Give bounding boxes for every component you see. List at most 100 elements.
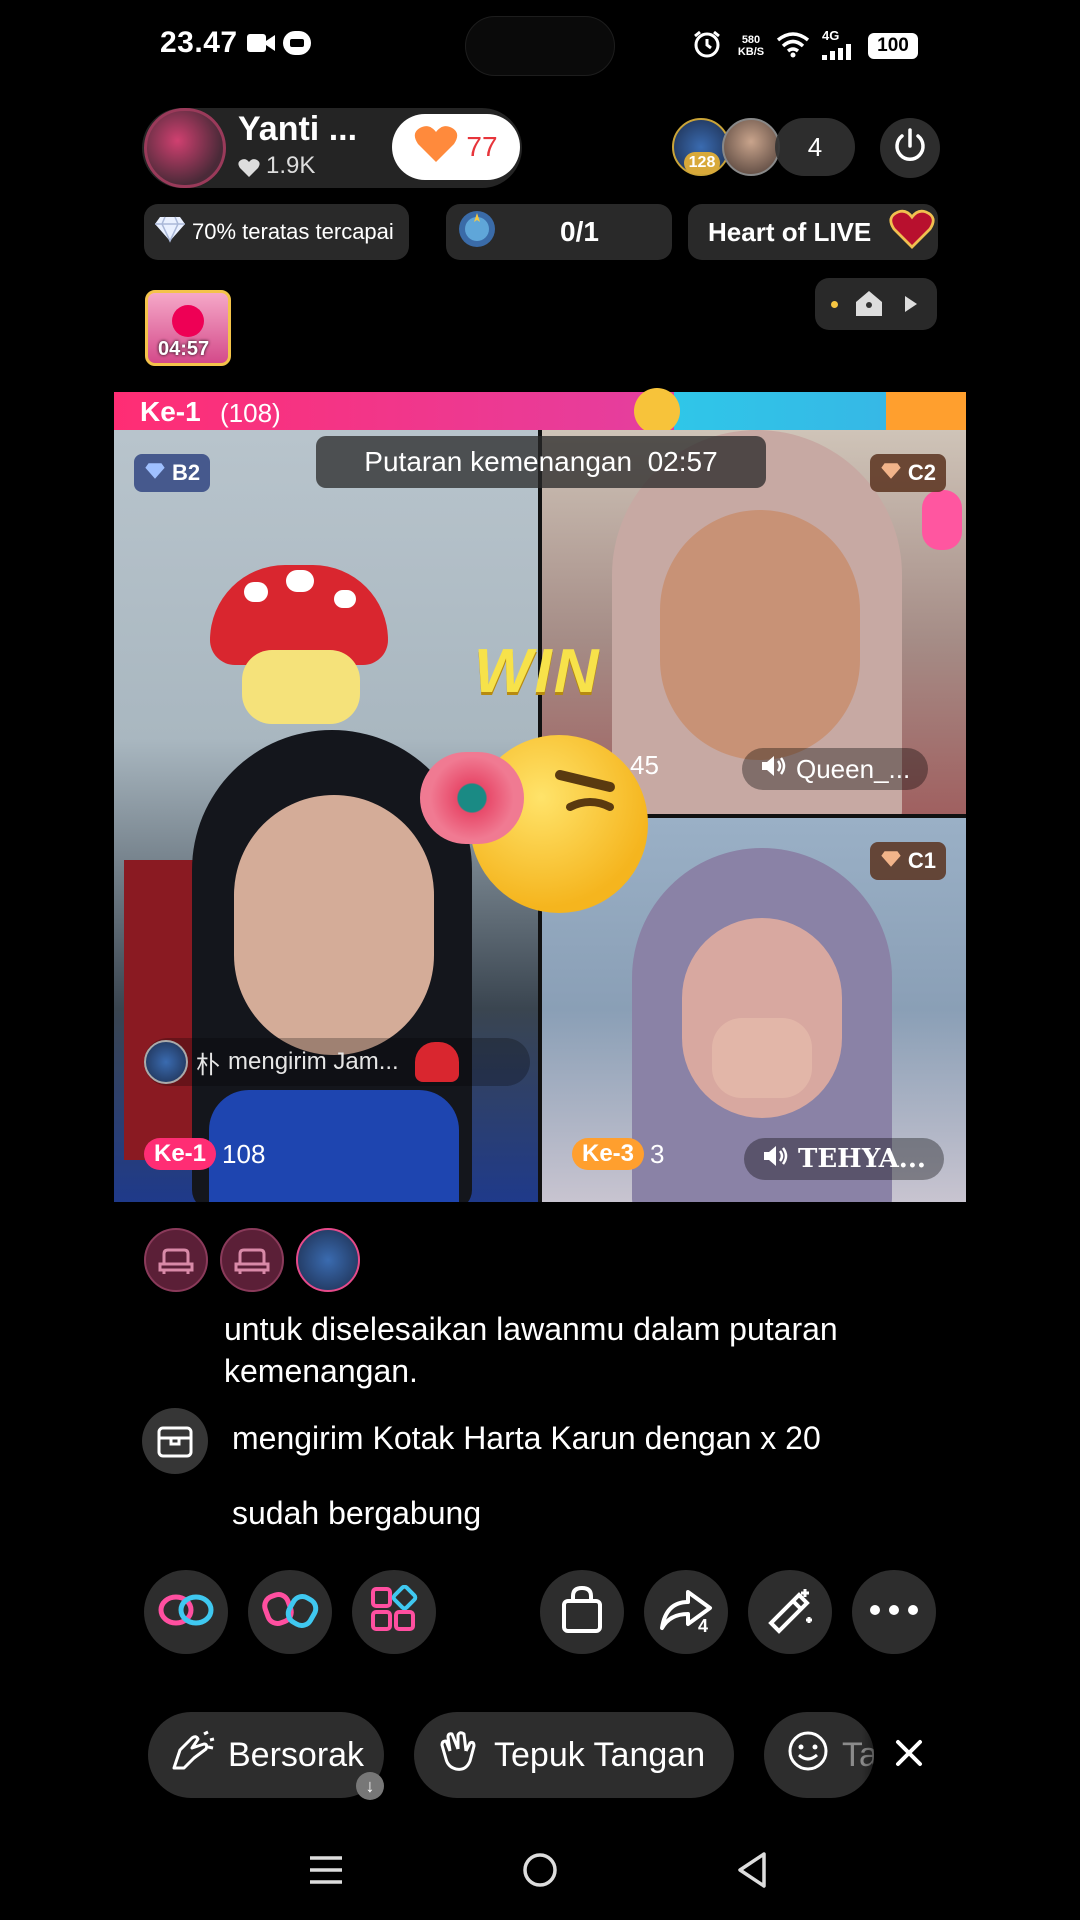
win-text: WIN <box>474 637 601 706</box>
diamond-rank-text: 70% teratas tercapai <box>192 219 394 244</box>
host-avatar[interactable] <box>144 108 226 188</box>
more-options-button[interactable] <box>852 1570 936 1654</box>
home-button[interactable] <box>510 1848 570 1896</box>
circle-home-icon <box>520 1850 560 1895</box>
back-triangle-icon <box>734 1850 770 1895</box>
face-shape <box>234 795 434 1055</box>
status-time: 23.47 <box>160 26 238 59</box>
play-arrow-icon <box>903 294 919 319</box>
opponent-bar <box>674 392 886 430</box>
guest-seat-1[interactable] <box>144 1228 208 1292</box>
tile-rank: Ke-1 108 <box>144 1138 265 1170</box>
viewer-count[interactable]: 4 <box>775 118 855 176</box>
jewel-heart-icon <box>889 209 935 256</box>
heart-of-live-text: Heart of LIVE <box>708 216 872 247</box>
battery-indicator: 100 <box>868 33 918 59</box>
dot-indicator <box>831 301 838 308</box>
goal-globe-icon <box>456 208 498 256</box>
chest-timer: 04:57 <box>158 338 210 360</box>
goal-chip[interactable]: 0/1 <box>446 204 672 260</box>
magic-wand-icon <box>763 1583 817 1642</box>
battle-button[interactable] <box>248 1570 332 1654</box>
kiss-emoji-icon <box>634 388 680 434</box>
gift-notification: 朴 mengirim Jam... <box>144 1038 530 1086</box>
boxing-gloves-icon <box>260 1585 320 1640</box>
home-icon <box>853 288 885 323</box>
diamond-badge-icon <box>880 848 902 874</box>
heart-of-live-chip[interactable]: Heart of LIVE <box>688 204 938 260</box>
hand-shape <box>712 1018 812 1098</box>
shopping-bag-icon <box>559 1585 605 1640</box>
close-live-button[interactable] <box>880 118 940 178</box>
diamond-icon <box>154 215 186 249</box>
face-shape <box>660 510 860 760</box>
guest-avatar[interactable] <box>296 1228 360 1292</box>
reaction-cheer-button[interactable]: Bersorak <box>148 1712 384 1798</box>
battle-score-bar: Ke-1 (108) <box>114 388 966 434</box>
chat-message: sudah bergabung <box>232 1495 482 1531</box>
like-count: 77 <box>466 131 498 162</box>
like-button[interactable]: 77 <box>392 114 520 180</box>
chat-message: mengirim Kotak Harta Karun dengan x 20 <box>232 1420 821 1456</box>
grid-icon <box>369 1584 419 1640</box>
share-button[interactable]: 4 <box>644 1570 728 1654</box>
video-camera-icon <box>246 30 276 56</box>
close-reactions-button[interactable] <box>890 1734 928 1777</box>
recent-apps-button[interactable] <box>296 1848 356 1896</box>
speaker-icon <box>762 1143 790 1176</box>
host-name: Yanti ... <box>238 110 358 148</box>
smile-icon <box>786 1729 830 1782</box>
tile-mic-label[interactable]: TEHYA... <box>744 1138 944 1180</box>
leader-score: (108) <box>220 398 281 428</box>
diamond-rank-chip[interactable]: 70% teratas tercapai <box>144 204 409 260</box>
mushroom-spot <box>286 570 314 592</box>
tile-badge: C2 <box>869 454 946 492</box>
mushroom-spot <box>244 582 268 602</box>
mushroom-spot <box>334 590 356 608</box>
close-icon <box>890 1740 928 1776</box>
gift-text: mengirim Jam... <box>228 1048 399 1075</box>
speaker-icon <box>760 753 788 786</box>
heart-small-icon <box>238 158 260 183</box>
gift-sender-name: 朴 <box>196 1051 220 1079</box>
reaction-clap-button[interactable]: Tepuk Tangan <box>414 1712 734 1798</box>
cheer-hand-icon <box>170 1730 216 1781</box>
round-timer: Putaran kemenangan 02:57 <box>316 436 766 488</box>
wifi-icon <box>776 30 810 58</box>
tiktok-logo-icon <box>172 305 204 337</box>
diamond-badge-icon <box>144 460 166 486</box>
link-guest-button[interactable] <box>144 1570 228 1654</box>
tile-badge: B2 <box>134 454 211 492</box>
tile-rank: Ke-3 3 <box>572 1138 665 1170</box>
host-likes: 1.9K <box>266 152 316 179</box>
guest-seat-2[interactable] <box>220 1228 284 1292</box>
tile-mic-label[interactable]: Queen_... <box>742 748 929 790</box>
link-icon <box>156 1590 216 1635</box>
back-button[interactable] <box>722 1848 782 1896</box>
menu-icon <box>306 1852 346 1893</box>
leader-label: Ke-1 <box>140 396 201 427</box>
more-features-button[interactable] <box>352 1570 436 1654</box>
chat-message: untuk diselesaikan lawanmu dalam putaran… <box>224 1311 838 1389</box>
share-count: 4 <box>698 1616 709 1636</box>
gift-sender-avatar <box>144 1040 188 1084</box>
ellipsis-icon <box>869 1603 919 1621</box>
top-viewer-avatar-2[interactable] <box>722 118 780 176</box>
gift-box-icon <box>142 1408 208 1474</box>
reaction-emoji-button[interactable]: Ta <box>764 1712 874 1798</box>
network-type: 4G <box>822 28 840 43</box>
shop-button[interactable] <box>540 1570 624 1654</box>
camera-notch <box>465 16 615 76</box>
orange-heart-icon <box>414 124 458 171</box>
download-arrow-icon: ↓ <box>356 1772 384 1800</box>
alarm-icon <box>692 30 722 58</box>
pink-clip <box>922 490 962 550</box>
clap-hands-icon <box>436 1729 482 1782</box>
effects-button[interactable] <box>748 1570 832 1654</box>
power-icon <box>890 126 930 171</box>
party-horn-icon <box>420 752 524 844</box>
mushroom-gift-icon <box>414 1042 459 1082</box>
goal-progress: 0/1 <box>560 216 599 247</box>
mini-toolbar[interactable] <box>815 278 937 330</box>
tile-badge: C1 <box>869 842 946 880</box>
